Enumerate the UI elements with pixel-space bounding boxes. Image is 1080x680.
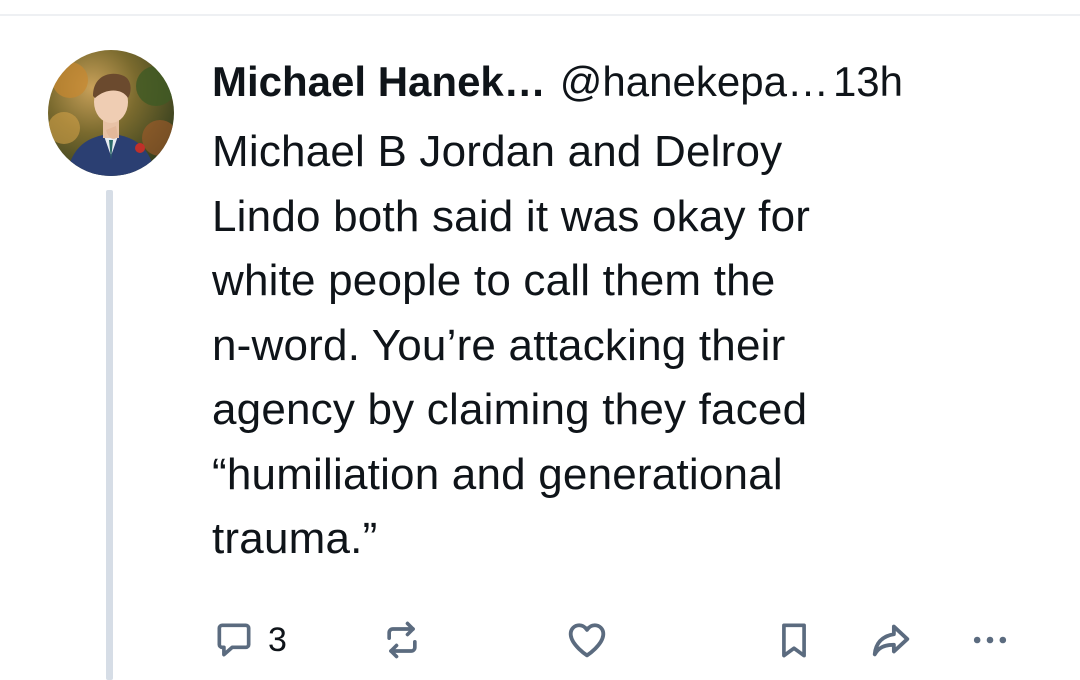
- more-button[interactable]: [968, 612, 1012, 668]
- heart-icon: [564, 617, 610, 663]
- like-button[interactable]: [564, 612, 610, 668]
- post-header: Michael Hanek… @hanekepa… 13h: [212, 54, 1052, 110]
- post[interactable]: Michael Hanek… @hanekepa… 13h Michael B …: [0, 0, 1080, 680]
- repost-button[interactable]: [380, 612, 424, 668]
- more-icon: [968, 618, 1012, 662]
- avatar[interactable]: [48, 50, 174, 176]
- avatar-column: [48, 50, 174, 176]
- share-button[interactable]: [868, 612, 914, 668]
- reply-icon: [212, 618, 256, 662]
- avatar-photo: [48, 50, 174, 176]
- bookmark-button[interactable]: [772, 612, 816, 668]
- repost-icon: [380, 618, 424, 662]
- bookmark-icon: [772, 618, 816, 662]
- post-content: Michael Hanek… @hanekepa… 13h Michael B …: [212, 54, 1052, 572]
- post-text: Michael B Jordan and Delroy Lindo both s…: [212, 127, 811, 563]
- reply-button[interactable]: 3: [212, 612, 287, 668]
- post-timestamp[interactable]: 13h: [833, 54, 903, 110]
- author-name[interactable]: Michael Hanek…: [212, 54, 546, 110]
- post-actions: 3: [212, 612, 1032, 668]
- thread-line: [106, 190, 113, 680]
- author-handle[interactable]: @hanekepa…: [560, 54, 829, 110]
- share-icon: [868, 617, 914, 663]
- reply-count: 3: [268, 620, 287, 659]
